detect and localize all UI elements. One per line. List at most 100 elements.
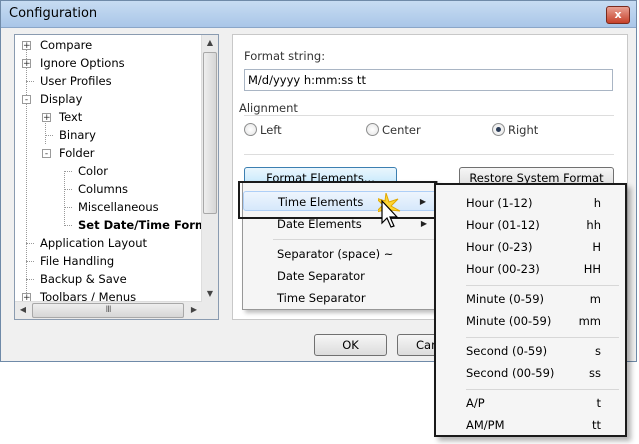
tree-connector [26,261,34,262]
align-center-label[interactable]: Center [382,123,421,137]
tree-connector [26,279,34,280]
close-button[interactable]: x [606,6,630,24]
submenu-item-hour-00-23[interactable]: Hour (00-23) HH [436,258,625,280]
tree-item-compare[interactable]: + Compare [15,36,205,54]
tree-item-label: Color [78,164,109,178]
tree-connector [64,189,72,190]
scrollbar-thumb[interactable] [203,52,217,214]
tree-item-application-layout[interactable]: Application Layout [15,234,205,252]
submenu-item-code: ss [589,366,601,380]
submenu-item-code: hh [586,218,601,232]
collapse-icon[interactable]: - [42,149,51,159]
scrollbar-thumb[interactable]: III [32,303,184,318]
tree-item-label: User Profiles [40,74,112,88]
tree-item-label: File Handling [40,254,115,268]
expand-icon[interactable]: + [22,59,31,69]
menu-item-label: Separator (space) ~ [277,247,394,261]
align-center-radio[interactable] [366,123,379,136]
tree-item-label: Binary [59,128,96,142]
tree-item-file-handling[interactable]: File Handling [15,252,205,270]
align-left-label[interactable]: Left [260,123,282,137]
tree-item-label: Set Date/Time Format [78,218,219,232]
align-right-label[interactable]: Right [508,123,538,137]
submenu-item-hour-01-12[interactable]: Hour (01-12) hh [436,214,625,236]
format-string-input[interactable]: M/d/yyyy h:mm:ss tt [244,69,613,91]
align-left-radio[interactable] [244,123,257,136]
tree-connector [64,171,72,172]
submenu-item-label: Hour (1-12) [466,196,533,210]
tree-item-label: Backup & Save [40,272,127,286]
tree-item-label: Folder [59,146,95,160]
expand-icon[interactable]: + [42,113,51,123]
tree-item-label: Application Layout [40,236,148,250]
submenu-separator [466,337,619,338]
tree-item-ignore-options[interactable]: + Ignore Options [15,54,205,72]
tree-item-user-profiles[interactable]: User Profiles [15,72,205,90]
tree-item-backup-save[interactable]: Backup & Save [15,270,205,288]
scroll-corner [202,302,218,319]
alignment-group-divider [244,115,614,116]
submenu-item-code: HH [583,262,601,276]
submenu-item-label: Hour (0-23) [466,240,533,254]
submenu-item-code: m [589,292,601,306]
title-bar[interactable]: Configuration x [1,1,636,28]
tree-item-text[interactable]: + Text [15,108,205,126]
menu-item-date-separator[interactable]: Date Separator [243,266,437,286]
submenu-item-second-0-59[interactable]: Second (0-59) s [436,340,625,362]
tree-vertical-scrollbar[interactable]: ▲ ▼ [201,35,218,302]
submenu-item-a-p[interactable]: A/P t [436,392,625,414]
submenu-item-code: s [595,344,601,358]
tree-item-label: Compare [40,38,93,52]
submenu-item-code: H [592,240,601,254]
menu-item-time-separator[interactable]: Time Separator [243,288,437,308]
collapse-icon[interactable]: - [22,95,31,105]
tree-horizontal-scrollbar[interactable]: ◀ III ▶ [15,301,202,319]
window-title: Configuration [9,6,98,21]
align-right-radio[interactable] [492,123,505,136]
submenu-item-label: Second (00-59) [466,366,555,380]
menu-item-label: Date Separator [277,269,365,283]
tree-item-label: Ignore Options [40,56,125,70]
submenu-item-second-00-59[interactable]: Second (00-59) ss [436,362,625,384]
submenu-item-minute-00-59[interactable]: Minute (00-59) mm [436,310,625,332]
alignment-label: Alignment [239,101,298,115]
scroll-down-arrow-icon[interactable]: ▼ [202,286,218,302]
tree-connector [64,225,72,226]
submenu-item-minute-0-59[interactable]: Minute (0-59) m [436,288,625,310]
tree-item-set-date-time-format[interactable]: Set Date/Time Format [15,216,218,234]
submenu-item-label: Hour (00-23) [466,262,540,276]
tree-item-color[interactable]: Color [15,162,205,180]
submenu-item-hour-0-23[interactable]: Hour (0-23) H [436,236,625,258]
mouse-cursor-icon [378,193,401,228]
panel-divider [244,154,614,155]
tree-item-folder[interactable]: - Folder [15,144,205,162]
expand-icon[interactable]: + [22,41,31,51]
scroll-left-arrow-icon[interactable]: ◀ [15,302,31,318]
tree-connector [26,81,34,82]
tree-item-label: Text [59,110,83,124]
tree-connector [26,243,34,244]
tree-item-label: Display [40,92,83,106]
tree-item-binary[interactable]: Binary [15,126,205,144]
tree-item-label: Miscellaneous [78,200,159,214]
tree-item-display[interactable]: - Display [15,90,205,108]
ok-button[interactable]: OK [314,334,387,356]
submenu-item-label: Minute (0-59) [466,292,545,306]
submenu-separator [466,285,619,286]
tree-item-label: Columns [78,182,129,196]
format-string-label: Format string: [244,49,326,63]
tree-item-columns[interactable]: Columns [15,180,205,198]
tree-item-miscellaneous[interactable]: Miscellaneous [15,198,205,216]
submenu-item-am-pm[interactable]: AM/PM tt [436,414,625,436]
scroll-up-arrow-icon[interactable]: ▲ [202,35,218,51]
settings-tree[interactable]: + Compare + Ignore Options User Profiles… [14,34,219,320]
scroll-right-arrow-icon[interactable]: ▶ [186,302,202,318]
submenu-item-hour-1-12[interactable]: Hour (1-12) h [436,192,625,214]
submenu-item-label: AM/PM [466,418,505,432]
tree-connector [64,207,72,208]
tree-connector [45,135,53,136]
submenu-item-code: t [596,396,601,410]
submenu-item-code: h [593,196,601,210]
menu-item-separator-space[interactable]: Separator (space) ~ [243,244,437,264]
menu-separator [273,239,434,240]
